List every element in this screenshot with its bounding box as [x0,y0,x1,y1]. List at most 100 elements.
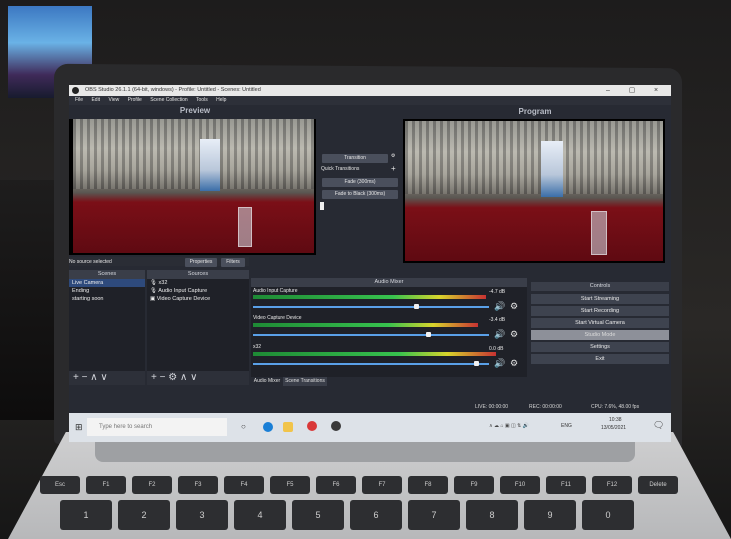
language-indicator[interactable]: ENG [561,423,572,429]
menu-profile[interactable]: Profile [128,97,142,103]
add-source-icon[interactable]: + [151,372,157,383]
key-f2[interactable]: F2 [132,476,172,494]
obs-logo-icon [72,87,79,94]
edge-icon[interactable] [263,422,273,432]
add-scene-icon[interactable]: + [73,372,79,383]
channel-db: -4.7 dB [489,289,506,295]
key-f9[interactable]: F9 [454,476,494,494]
channel-name: x32 [253,344,262,350]
windows-taskbar: ⊞ Type here to search ○ ∧ ☁ ⌂ ▣ ◫ ⇅ 🔊 EN… [69,413,671,442]
key-8[interactable]: 8 [466,500,518,530]
key-f1[interactable]: F1 [86,476,126,494]
move-scene-down-icon[interactable]: ∨ [100,372,107,383]
scene-item-live-camera[interactable]: Live Camera [69,279,145,287]
add-transition-icon[interactable]: + [391,164,396,173]
sources-header: Sources [147,270,249,279]
remove-scene-icon[interactable]: − [82,372,88,383]
t-bar-slider[interactable] [320,202,324,210]
move-source-down-icon[interactable]: ∨ [190,372,197,383]
source-item-audio-input[interactable]: 🎙 Audio Input Capture [147,287,249,295]
key-f4[interactable]: F4 [224,476,264,494]
scene-item-starting-soon[interactable]: starting soon [69,295,145,303]
properties-button[interactable]: Properties [185,258,217,267]
filters-button[interactable]: Filters [221,258,245,267]
taskbar-search-input[interactable]: Type here to search [87,418,227,436]
system-tray-icons[interactable]: ∧ ☁ ⌂ ▣ ◫ ⇅ 🔊 [489,423,529,429]
key-9[interactable]: 9 [524,500,576,530]
tab-audio-mixer[interactable]: Audio Mixer [251,377,283,386]
channel-gear-icon[interactable]: ⚙ [510,329,518,340]
speaker-icon[interactable]: 🔊 [494,329,505,340]
volume-fader-knob[interactable] [425,332,431,337]
controls-header: Controls [531,282,669,291]
fade-to-black-button[interactable]: Fade to Black (300ms) [322,190,398,199]
taskbar-date[interactable]: 13/05/2021 [601,425,626,431]
key-0[interactable]: 0 [582,500,634,530]
channel-gear-icon[interactable]: ⚙ [510,301,518,312]
start-streaming-button[interactable]: Start Streaming [531,294,669,304]
maximize-icon[interactable]: ▢ [621,85,643,96]
menu-scene-collection[interactable]: Scene Collection [150,97,188,103]
source-item-video-capture[interactable]: ▣ Video Capture Device [147,295,249,303]
remove-source-icon[interactable]: − [160,372,166,383]
transition-gear-icon[interactable]: ⚙ [391,153,395,159]
menu-view[interactable]: View [108,97,119,103]
key-delete[interactable]: Delete [638,476,678,494]
preview-canvas[interactable] [69,119,316,255]
file-explorer-icon[interactable] [283,422,293,432]
volume-fader-knob[interactable] [414,304,419,309]
channel-gear-icon[interactable]: ⚙ [510,358,518,369]
menu-file[interactable]: File [75,97,83,103]
program-canvas[interactable] [403,119,665,263]
tab-scene-transitions[interactable]: Scene Transitions [283,377,327,386]
key-4[interactable]: 4 [234,500,286,530]
key-f11[interactable]: F11 [546,476,586,494]
windows-start-icon[interactable]: ⊞ [75,422,83,433]
key-7[interactable]: 7 [408,500,460,530]
close-icon[interactable]: × [645,85,667,96]
key-2[interactable]: 2 [118,500,170,530]
key-esc[interactable]: Esc [40,476,80,494]
volume-fader-track[interactable] [253,334,489,336]
volume-meter [253,295,486,299]
key-f7[interactable]: F7 [362,476,402,494]
task-view-icon[interactable]: ○ [241,422,246,431]
volume-fader-track[interactable] [253,363,489,365]
start-recording-button[interactable]: Start Recording [531,306,669,316]
move-scene-up-icon[interactable]: ∧ [90,372,97,383]
menu-help[interactable]: Help [216,97,226,103]
key-1[interactable]: 1 [60,500,112,530]
source-settings-icon[interactable]: ⚙ [168,372,177,383]
speaker-icon[interactable]: 🔊 [494,301,505,312]
taskbar-clock[interactable]: 10:38 [609,417,622,423]
key-f10[interactable]: F10 [500,476,540,494]
minimize-icon[interactable]: – [597,85,619,96]
source-item-x32[interactable]: 🎙 x32 [147,279,249,287]
source-name: x32 [158,280,168,286]
key-f3[interactable]: F3 [178,476,218,494]
key-3[interactable]: 3 [176,500,228,530]
volume-fader-track[interactable] [253,306,489,308]
app-icon[interactable] [307,421,317,431]
volume-fader-knob[interactable] [473,361,479,366]
key-5[interactable]: 5 [292,500,344,530]
rec-status: REC: 00:00:00 [529,404,562,410]
key-6[interactable]: 6 [350,500,402,530]
key-f5[interactable]: F5 [270,476,310,494]
menu-edit[interactable]: Edit [91,97,100,103]
menu-tools[interactable]: Tools [196,97,208,103]
key-f12[interactable]: F12 [592,476,632,494]
settings-button[interactable]: Settings [531,342,669,352]
studio-mode-button[interactable]: Studio Mode [531,330,669,340]
move-source-up-icon[interactable]: ∧ [180,372,187,383]
fade-button[interactable]: Fade (300ms) [322,178,398,187]
exit-button[interactable]: Exit [531,354,669,364]
notifications-icon[interactable]: 🗨 [653,420,664,431]
transition-button[interactable]: Transition [322,154,388,163]
start-virtual-camera-button[interactable]: Start Virtual Camera [531,318,669,328]
obs-taskbar-icon[interactable] [331,421,341,431]
key-f6[interactable]: F6 [316,476,356,494]
key-f8[interactable]: F8 [408,476,448,494]
scene-item-ending[interactable]: Ending [69,287,145,295]
speaker-icon[interactable]: 🔊 [494,358,505,369]
